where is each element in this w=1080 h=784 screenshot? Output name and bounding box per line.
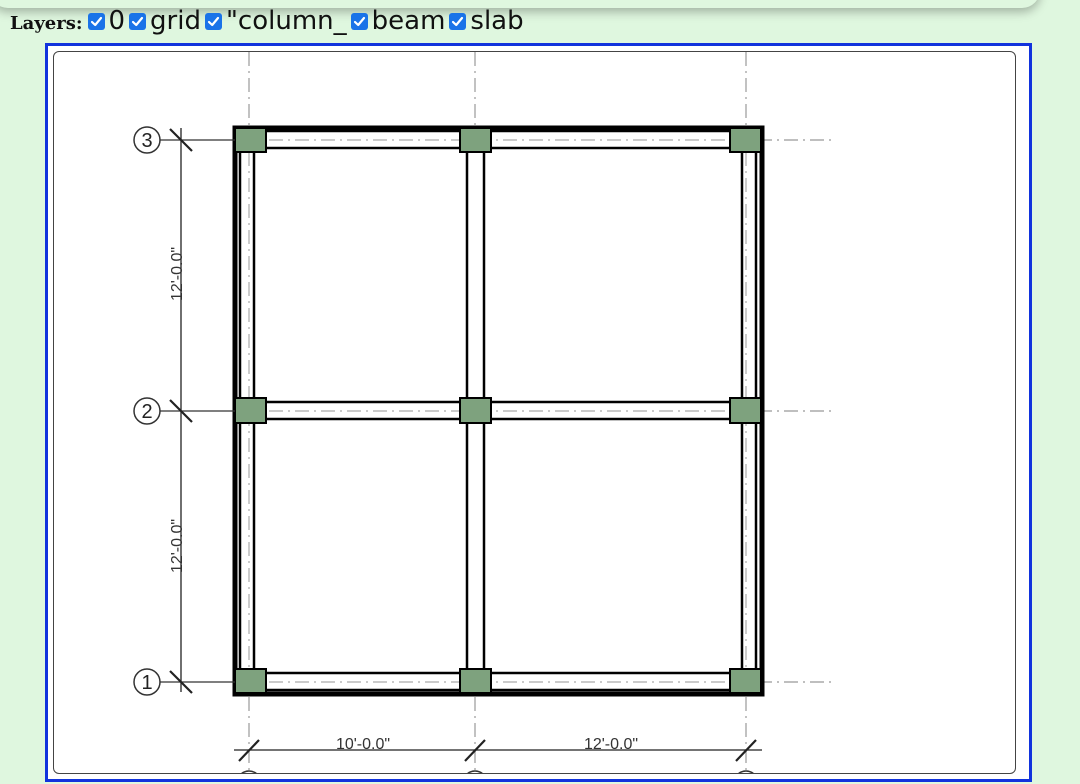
layer-label: 0	[108, 6, 126, 36]
grid-label: 2	[141, 401, 152, 423]
layer-label: grid	[150, 6, 201, 36]
column	[729, 397, 762, 424]
checkbox-checked-icon[interactable]	[204, 12, 222, 30]
checkbox-checked-icon[interactable]	[129, 12, 147, 30]
grid-bubble-c	[738, 770, 754, 773]
layer-toggle-beam[interactable]: beam	[350, 6, 446, 36]
layer-toggle-0[interactable]: 0	[87, 6, 126, 36]
column	[459, 127, 492, 153]
grid-bubble-3: 3	[133, 126, 235, 154]
grid-bubbles-bottom	[241, 770, 754, 773]
dim-horizontal-left: 10'-0.0"	[336, 736, 390, 753]
grid-bubble-2: 2	[133, 397, 235, 425]
column	[234, 127, 267, 153]
dim-vertical-upper: 12'-0.0"	[169, 247, 186, 301]
grid-bubble-b	[467, 770, 483, 773]
floor-plan-drawing: 3 2 1 12'-0.0" 12'-0.0" 10'-0.0" 12'-0.0…	[133, 52, 834, 773]
drawing-viewer[interactable]: 3 2 1 12'-0.0" 12'-0.0" 10'-0.0" 12'-0.0…	[45, 43, 1032, 782]
column	[729, 668, 762, 694]
checkbox-checked-icon[interactable]	[449, 12, 467, 30]
layers-title: Layers:	[10, 12, 83, 34]
dim-horizontal-right: 12'-0.0"	[584, 736, 638, 753]
column	[459, 668, 492, 694]
layer-toggle-slab[interactable]: slab	[449, 6, 524, 36]
column	[729, 127, 762, 153]
horizontal-dimension	[234, 739, 762, 762]
layers-bar: Layers: 0 grid "column_ beam slab	[10, 5, 528, 37]
layer-label: slab	[470, 6, 524, 36]
checkbox-checked-icon[interactable]	[350, 12, 368, 30]
layer-label: "column_	[225, 6, 347, 36]
dim-vertical-lower: 12'-0.0"	[169, 519, 186, 573]
checkbox-checked-icon[interactable]	[87, 12, 105, 30]
grid-label: 1	[141, 672, 152, 694]
column	[459, 397, 492, 424]
drawing-canvas[interactable]: 3 2 1 12'-0.0" 12'-0.0" 10'-0.0" 12'-0.0…	[53, 51, 1016, 774]
grid-label: 3	[141, 130, 152, 152]
layer-label: beam	[371, 6, 446, 36]
layer-toggle-column[interactable]: "column_	[204, 6, 347, 36]
grid-bubble-1: 1	[133, 668, 235, 696]
layer-toggle-grid[interactable]: grid	[129, 8, 201, 34]
column	[234, 668, 267, 694]
column	[234, 397, 267, 424]
grid-bubble-a	[241, 770, 257, 773]
beam-centerlines	[248, 139, 747, 683]
